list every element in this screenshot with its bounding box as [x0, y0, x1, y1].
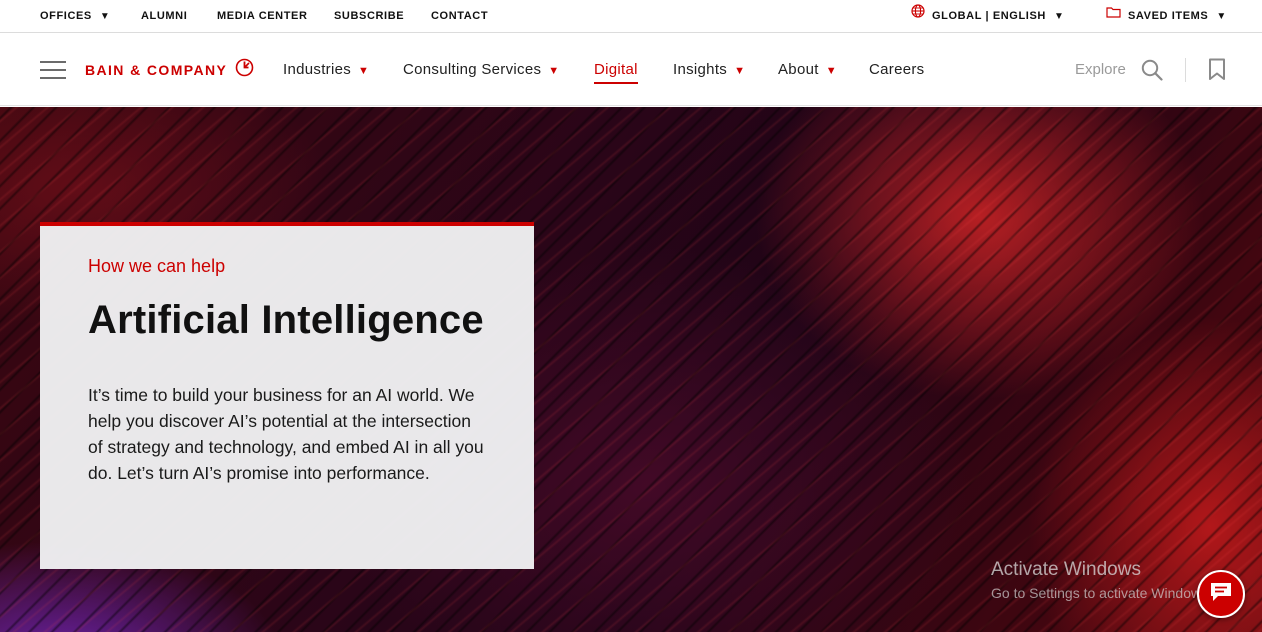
nav-industries[interactable]: Industries ▼: [283, 58, 369, 82]
chevron-down-icon: ▼: [825, 65, 837, 77]
nav-insights[interactable]: Insights ▼: [673, 58, 745, 82]
hero-card: How we can help Artificial Intelligence …: [40, 222, 534, 569]
hero-section: How we can help Artificial Intelligence …: [0, 107, 1262, 632]
nav-insights-label: Insights: [673, 61, 728, 78]
region-selector[interactable]: GLOBAL | ENGLISH ▼: [911, 0, 1064, 33]
hero-description: It’s time to build your business for an …: [88, 385, 484, 483]
active-underline: [594, 82, 638, 84]
region-label: GLOBAL | ENGLISH: [932, 10, 1046, 22]
offices-label: OFFICES: [40, 10, 92, 22]
nav-digital[interactable]: Digital: [594, 58, 638, 84]
nav-divider: [1185, 58, 1186, 82]
chat-icon: [1209, 581, 1233, 608]
media-center-link[interactable]: MEDIA CENTER: [217, 0, 308, 33]
chevron-down-icon: ▼: [548, 65, 560, 77]
nav-careers[interactable]: Careers: [869, 58, 924, 82]
hero-eyebrow: How we can help: [88, 256, 226, 276]
windows-activation-title: Activate Windows: [991, 559, 1141, 580]
folder-icon: [1106, 0, 1121, 32]
logo-text: BAIN & COMPANY: [85, 62, 228, 78]
chevron-down-icon: ▼: [358, 65, 370, 77]
hamburger-icon[interactable]: [40, 61, 66, 79]
chevron-down-icon: ▼: [734, 65, 746, 77]
nav-consulting-label: Consulting Services: [403, 61, 542, 78]
explore-search-trigger[interactable]: Explore: [1075, 58, 1126, 82]
nav-industries-label: Industries: [283, 61, 352, 78]
windows-activation-subtitle: Go to Settings to activate Windows.: [991, 585, 1212, 601]
company-logo[interactable]: BAIN & COMPANY: [85, 58, 254, 82]
utility-bar: OFFICES ▼ ALUMNI MEDIA CENTER SUBSCRIBE C…: [0, 0, 1262, 33]
nav-about[interactable]: About ▼: [778, 58, 837, 82]
chat-button[interactable]: [1197, 570, 1245, 618]
chevron-down-icon: ▼: [99, 11, 111, 22]
page-title: Artificial Intelligence: [88, 298, 484, 342]
search-icon[interactable]: [1141, 59, 1163, 86]
nav-consulting-services[interactable]: Consulting Services ▼: [403, 58, 559, 82]
saved-items-menu[interactable]: SAVED ITEMS ▼: [1106, 0, 1227, 33]
contact-link[interactable]: CONTACT: [431, 0, 488, 33]
nav-digital-label: Digital: [594, 61, 638, 78]
chevron-down-icon: ▼: [1053, 11, 1065, 22]
nav-about-label: About: [778, 61, 819, 78]
bookmark-icon[interactable]: [1208, 58, 1226, 86]
logo-mark-icon: [235, 58, 254, 82]
chevron-down-icon: ▼: [1216, 11, 1227, 22]
main-navigation: BAIN & COMPANY Industries ▼ Consulting Se…: [0, 34, 1262, 106]
alumni-link[interactable]: ALUMNI: [141, 0, 187, 33]
offices-menu[interactable]: OFFICES ▼: [40, 0, 110, 33]
subscribe-link[interactable]: SUBSCRIBE: [334, 0, 404, 33]
saved-items-label: SAVED ITEMS: [1128, 10, 1209, 22]
globe-icon: [911, 0, 925, 32]
